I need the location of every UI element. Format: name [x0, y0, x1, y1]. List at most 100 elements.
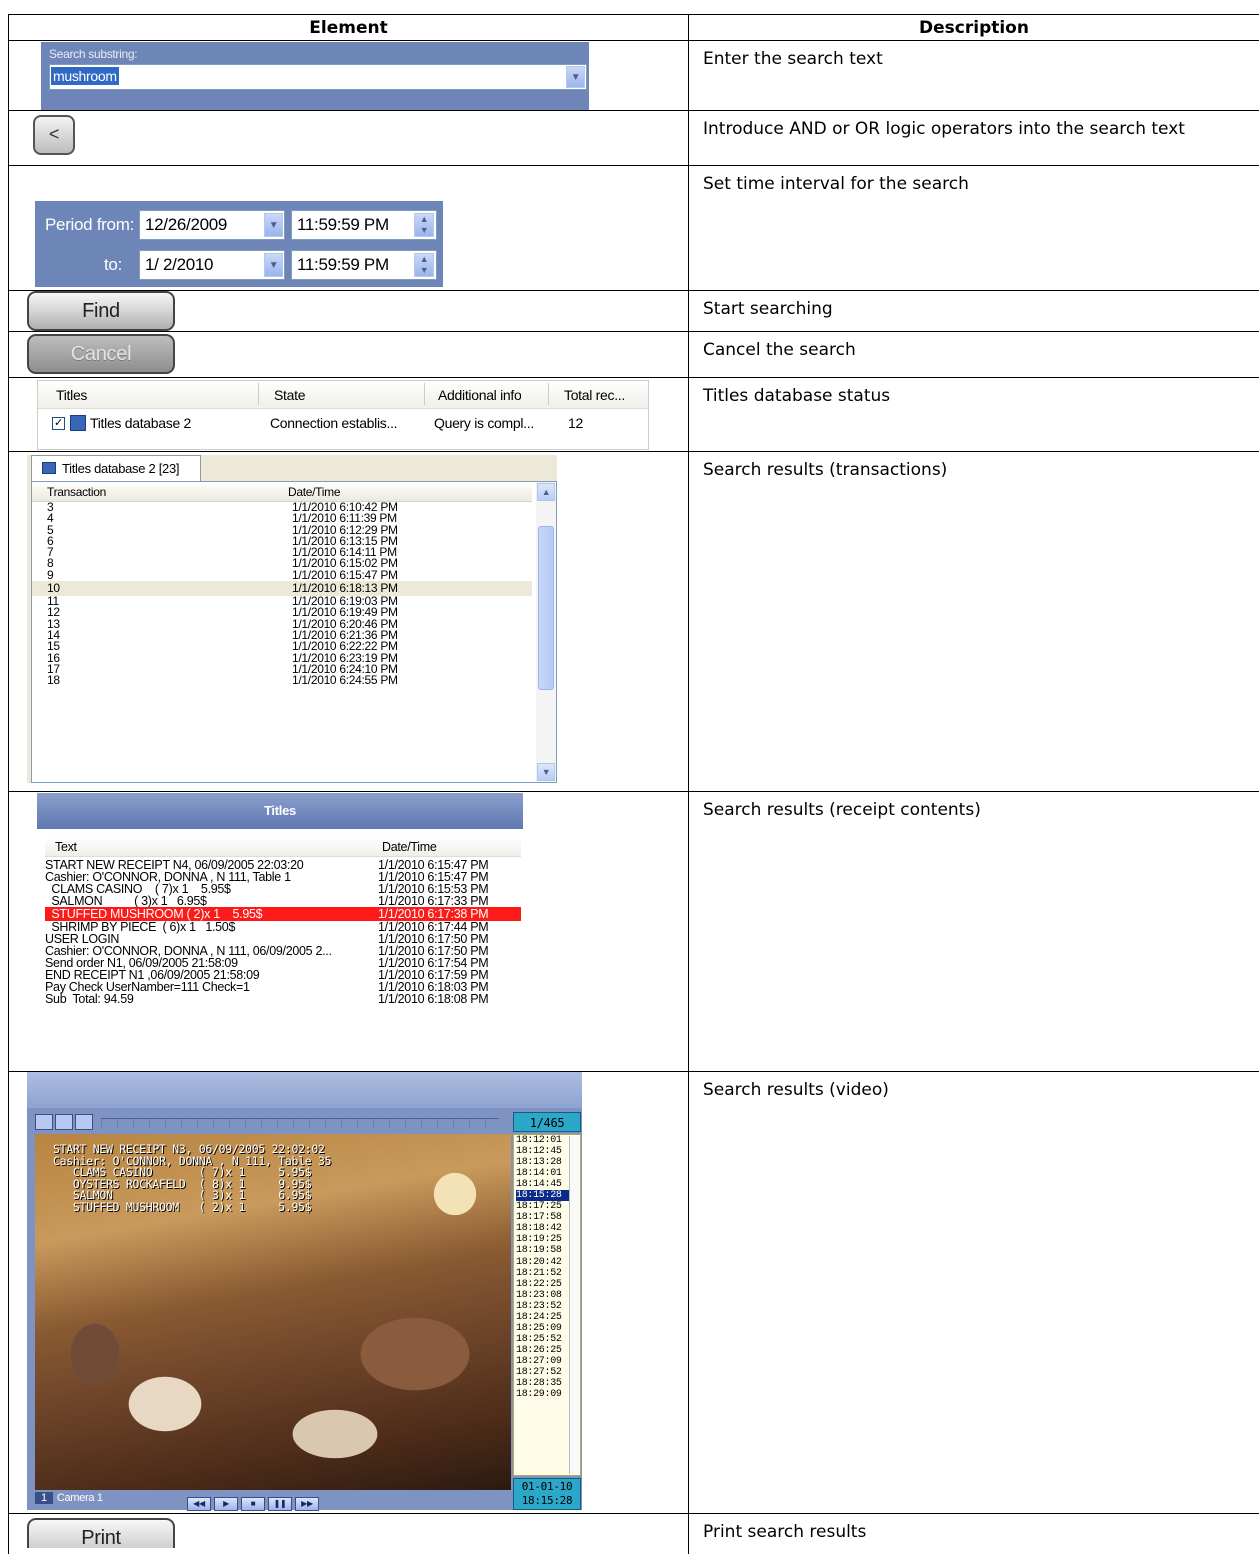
time-list-item[interactable]: 18:25:52 — [516, 1334, 570, 1345]
time-list-item[interactable]: 18:15:28 — [516, 1190, 570, 1201]
time-list-item[interactable]: 18:29:09 — [516, 1389, 570, 1400]
time-list-item[interactable]: 18:22:25 — [516, 1279, 570, 1290]
table-row[interactable]: 131/1/2010 6:20:46 PM — [32, 619, 532, 630]
scroll-thumb[interactable] — [538, 526, 554, 690]
time-list-item[interactable]: 18:13:28 — [516, 1157, 570, 1168]
export-icon[interactable] — [35, 1114, 53, 1130]
print-description: Print search results — [689, 1514, 1259, 1554]
period-description: Set time interval for the search — [689, 166, 1259, 291]
time-list-item[interactable]: 18:23:52 — [516, 1301, 570, 1312]
table-row[interactable]: 71/1/2010 6:14:11 PM — [32, 547, 532, 558]
logic-operator-button[interactable]: < — [33, 115, 75, 155]
table-row[interactable]: 141/1/2010 6:21:36 PM — [32, 630, 532, 641]
camera-name: Camera 1 — [57, 1492, 103, 1504]
panel-title: Titles — [37, 793, 523, 829]
vertical-scrollbar[interactable]: ▲ ▼ — [536, 482, 556, 782]
period-from-label: Period from: — [45, 215, 134, 235]
titles-db-status-list: Titles State Additional info Total rec..… — [37, 380, 649, 450]
table-row[interactable]: 51/1/2010 6:12:29 PM — [32, 525, 532, 536]
table-row[interactable]: SALMON ( 3)x 1 6.95$1/1/2010 6:17:33 PM — [45, 895, 521, 907]
time-list-item[interactable]: 18:12:01 — [516, 1135, 570, 1146]
chevron-down-icon[interactable]: ▼ — [566, 66, 585, 88]
time-list-item[interactable]: 18:27:52 — [516, 1367, 570, 1378]
time-list-item[interactable]: 18:14:01 — [516, 1168, 570, 1179]
time-list-item[interactable]: 18:25:09 — [516, 1323, 570, 1334]
cancel-button[interactable]: Cancel — [27, 334, 175, 374]
search-input[interactable]: mushroom ▼ — [49, 64, 587, 90]
zoom-icon[interactable] — [75, 1114, 93, 1130]
receipt-description: Search results (receipt contents) — [689, 792, 1259, 1072]
time-list-item[interactable]: 18:21:52 — [516, 1268, 570, 1279]
transaction-datetime: 1/1/2010 6:15:47 PM — [292, 570, 398, 581]
receipt-datetime: 1/1/2010 6:17:38 PM — [378, 907, 488, 921]
description-column-header: Description — [689, 15, 1259, 41]
database-icon — [70, 415, 86, 431]
transactions-list: Transaction Date/Time 31/1/2010 6:10:42 … — [31, 481, 557, 783]
transactions-panel: Titles database 2 [23] Transaction Date/… — [27, 455, 557, 783]
from-time-field[interactable]: 11:59:59 PM ▲▼ — [291, 210, 437, 240]
time-list[interactable]: 18:12:0118:12:4518:13:2818:14:0118:14:45… — [513, 1134, 581, 1476]
time-list-item[interactable]: 18:19:58 — [516, 1245, 570, 1256]
table-row[interactable]: Sub Total: 94.591/1/2010 6:18:08 PM — [45, 993, 521, 1005]
play-icon[interactable]: ▶ — [214, 1497, 238, 1511]
spinner-icon[interactable]: ▲▼ — [414, 253, 434, 277]
vertical-scrollbar[interactable] — [569, 1136, 579, 1474]
time-list-item[interactable]: 18:24:25 — [516, 1312, 570, 1323]
chevron-up-icon[interactable]: ▲ — [537, 483, 555, 501]
table-row[interactable]: 161/1/2010 6:23:19 PM — [32, 653, 532, 664]
table-row[interactable]: 101/1/2010 6:18:13 PM — [32, 581, 532, 596]
time-list-item[interactable]: 18:17:58 — [516, 1212, 570, 1223]
list-header: Titles State Additional info Total rec..… — [38, 381, 648, 409]
time-list-item[interactable]: 18:20:42 — [516, 1257, 570, 1268]
find-button[interactable]: Find — [27, 291, 175, 331]
time-list-item[interactable]: 18:19:25 — [516, 1234, 570, 1245]
frame-counter: 1/465 — [513, 1112, 581, 1132]
pause-icon[interactable]: ❚❚ — [268, 1497, 292, 1511]
fast-forward-icon[interactable]: ▶▶ — [295, 1497, 319, 1511]
table-row[interactable]: 81/1/2010 6:15:02 PM — [32, 558, 532, 569]
video-timeline[interactable] — [101, 1118, 499, 1128]
tab-titles-database[interactable]: Titles database 2 [23] — [31, 455, 201, 481]
time-list-item[interactable]: 18:26:25 — [516, 1345, 570, 1356]
table-row[interactable]: 91/1/2010 6:15:47 PM — [32, 570, 532, 581]
time-list-item[interactable]: 18:14:45 — [516, 1179, 570, 1190]
to-date-field[interactable]: 1/ 2/2010 ▼ — [139, 250, 285, 280]
time-list-item[interactable]: 18:23:08 — [516, 1290, 570, 1301]
time-list-item[interactable]: 18:17:25 — [516, 1201, 570, 1212]
chevron-down-icon[interactable]: ▼ — [264, 253, 283, 277]
receipt-datetime: 1/1/2010 6:18:08 PM — [378, 993, 488, 1005]
table-row[interactable]: STUFFED MUSHROOM ( 2)x 1 5.95$1/1/2010 6… — [45, 907, 521, 921]
list-item[interactable]: ✓ Titles database 2 Connection establis.… — [38, 415, 648, 435]
table-row[interactable]: 121/1/2010 6:19:49 PM — [32, 607, 532, 618]
to-time-field[interactable]: 11:59:59 PM ▲▼ — [291, 250, 437, 280]
table-row[interactable]: 151/1/2010 6:22:22 PM — [32, 641, 532, 652]
db-total: 12 — [568, 415, 583, 431]
chevron-down-icon[interactable]: ▼ — [264, 213, 283, 237]
period-panel: Period from: 12/26/2009 ▼ 11:59:59 PM ▲▼… — [35, 201, 443, 287]
rewind-icon[interactable]: ◀◀ — [187, 1497, 211, 1511]
time-list-item[interactable]: 18:18:42 — [516, 1223, 570, 1234]
table-row[interactable]: 41/1/2010 6:11:39 PM — [32, 513, 532, 524]
print-button[interactable]: Print — [27, 1518, 175, 1548]
spinner-icon[interactable]: ▲▼ — [414, 213, 434, 237]
time-list-item[interactable]: 18:27:09 — [516, 1356, 570, 1367]
table-row[interactable]: 181/1/2010 6:24:55 PM — [32, 675, 532, 686]
db-name: Titles database 2 — [90, 415, 191, 431]
time-list-item[interactable]: 18:28:35 — [516, 1378, 570, 1389]
from-date-field[interactable]: 12/26/2009 ▼ — [139, 210, 285, 240]
chevron-down-icon[interactable]: ▼ — [537, 763, 555, 781]
table-row[interactable]: 171/1/2010 6:24:10 PM — [32, 664, 532, 675]
to-date-value: 1/ 2/2010 — [145, 255, 213, 274]
checkbox-icon[interactable]: ✓ — [52, 417, 65, 430]
table-row[interactable]: 111/1/2010 6:19:03 PM — [32, 596, 532, 607]
table-row[interactable]: 61/1/2010 6:13:15 PM — [32, 536, 532, 547]
time-list-item[interactable]: 18:12:45 — [516, 1146, 570, 1157]
reference-table: Element Description Search substring: mu… — [8, 14, 1259, 1554]
table-row[interactable]: 31/1/2010 6:10:42 PM — [32, 502, 532, 513]
stop-icon[interactable]: ■ — [241, 1497, 265, 1511]
element-column-header: Element — [9, 15, 689, 41]
col-text: Text — [55, 840, 77, 854]
video-date: 01-01-10 — [514, 1480, 580, 1494]
receipt-text: SALMON ( 3)x 1 6.95$ — [45, 895, 207, 907]
print-icon[interactable] — [55, 1114, 73, 1130]
